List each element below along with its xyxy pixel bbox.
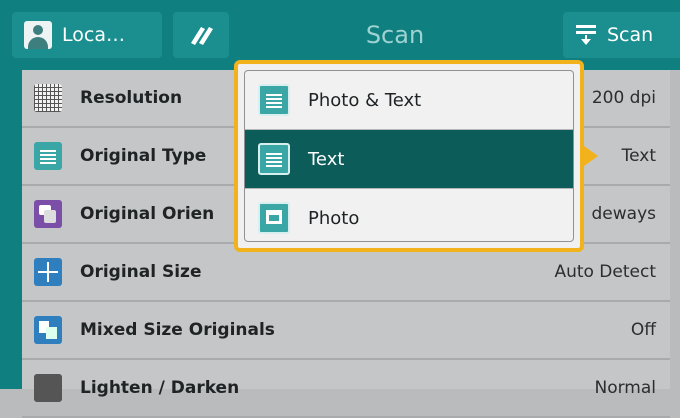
location-button[interactable]: Loca… [12, 12, 162, 58]
double-slash-icon [191, 27, 213, 45]
original-type-popup: Photo & Text Text Photo [234, 60, 584, 252]
setting-label: Original Type [80, 146, 207, 166]
user-icon [24, 21, 52, 49]
setting-value: Text [621, 146, 656, 166]
shortcut-button[interactable] [173, 12, 229, 58]
brightness-icon [34, 374, 62, 402]
setting-label: Original Size [80, 262, 202, 282]
setting-row-mixed-size[interactable]: Mixed Size Originals Off [22, 302, 670, 360]
mixed-size-icon [34, 316, 62, 344]
document-type-icon [34, 142, 62, 170]
setting-label: Lighten / Darken [80, 378, 240, 398]
setting-value: Normal [594, 378, 656, 398]
photo-text-icon [258, 84, 290, 116]
option-photo[interactable]: Photo [245, 189, 573, 241]
option-label: Photo & Text [308, 89, 422, 111]
option-text[interactable]: Text [245, 130, 573, 188]
selected-pointer-icon [584, 146, 598, 166]
option-photo-text[interactable]: Photo & Text [245, 71, 573, 129]
text-icon [258, 143, 290, 175]
size-arrows-icon [34, 258, 62, 286]
location-label: Loca… [62, 24, 125, 46]
setting-row-lighten-darken[interactable]: Lighten / Darken Normal [22, 360, 670, 418]
left-margin [0, 70, 22, 389]
photo-icon [258, 202, 290, 234]
setting-value: 200 dpi [591, 88, 656, 108]
scan-button[interactable]: Scan [563, 12, 680, 58]
setting-value: Auto Detect [554, 262, 656, 282]
setting-value: Off [630, 320, 656, 340]
setting-value: deways [591, 204, 657, 224]
page-title: Scan [365, 21, 425, 49]
scan-tray-icon [576, 25, 596, 45]
scan-label: Scan [607, 24, 654, 46]
orientation-icon [34, 200, 62, 228]
popup-options: Photo & Text Text Photo [244, 70, 574, 242]
setting-label: Mixed Size Originals [80, 320, 275, 340]
option-label: Photo [308, 207, 360, 229]
option-label: Text [308, 148, 345, 170]
setting-label: Resolution [80, 88, 183, 108]
setting-label: Original Orien [80, 204, 215, 224]
grid-icon [34, 84, 62, 112]
setting-row-original-size[interactable]: Original Size Auto Detect [22, 244, 670, 302]
